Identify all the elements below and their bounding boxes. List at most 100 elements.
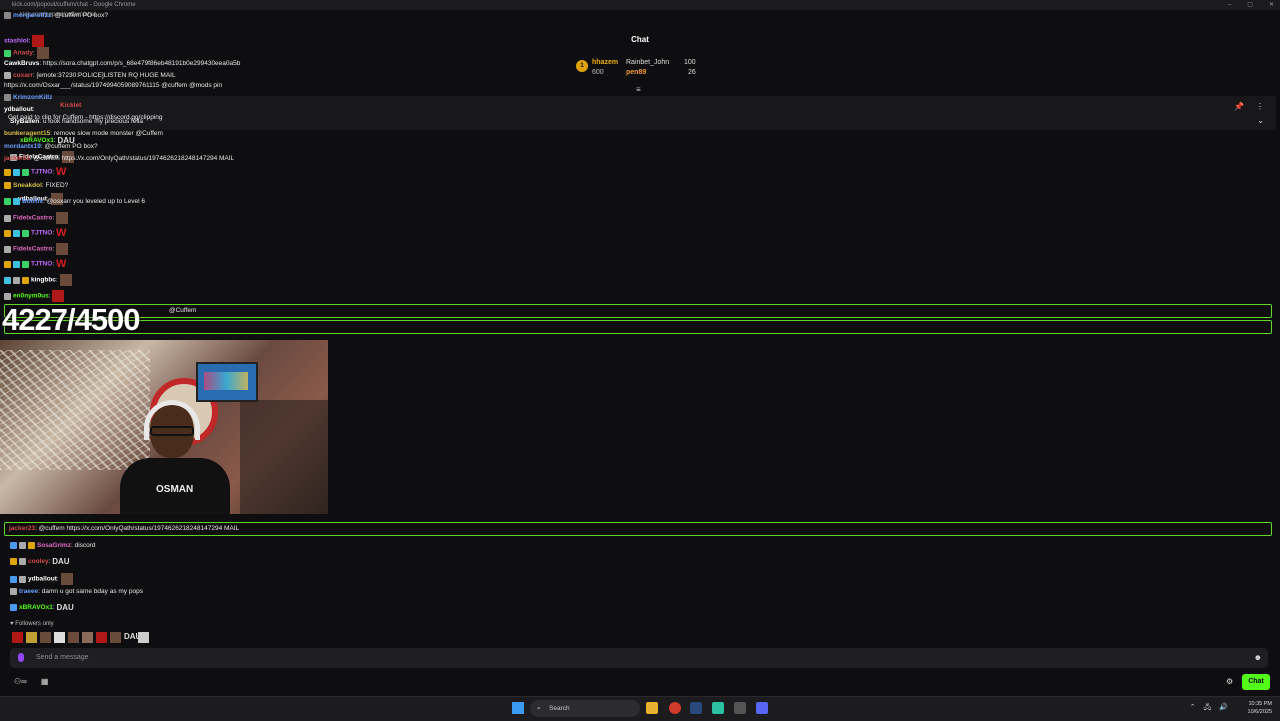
emote-icon[interactable] xyxy=(138,632,149,643)
highlighted-message: jacker23: @cuffem https://x.com/OnlyQath… xyxy=(4,522,1272,536)
chat-username[interactable]: Anady xyxy=(13,50,33,57)
chat-message: FidelxCastro: xyxy=(4,212,68,224)
follower-goal-counter: 4227/4500 xyxy=(2,302,141,337)
chat-message: morganstl1z: @cuffem PO box? xyxy=(4,12,108,19)
maximize-button[interactable]: ▢ xyxy=(1247,0,1253,10)
emoji-icon[interactable]: ☻ xyxy=(1254,653,1262,662)
emote-icon[interactable] xyxy=(26,632,37,643)
chat-text: [emote:37230:POLICE]LISTEN RQ HUGE MAIL xyxy=(36,72,176,80)
chevron-up-icon[interactable]: ⌃ xyxy=(1190,703,1196,714)
system-tray: ⌃ 🖧 🔊 xyxy=(1190,703,1228,714)
chat-username[interactable]: FidelxCastro xyxy=(13,215,52,222)
chat-username[interactable]: SlyBallen xyxy=(10,118,39,125)
close-button[interactable]: ✕ xyxy=(1269,0,1274,10)
emote-icon[interactable] xyxy=(68,632,79,643)
steam-icon[interactable] xyxy=(690,702,702,714)
chat-username[interactable]: TJTNO xyxy=(31,169,52,176)
clock-date: 10/6/2025 xyxy=(1247,709,1272,715)
send-chat-button[interactable]: Chat xyxy=(1242,674,1270,690)
chat-username[interactable]: traeee xyxy=(19,588,38,595)
chat-username[interactable]: TJTNO xyxy=(31,261,52,268)
chat-message: SosaGrimz: discord xyxy=(10,542,96,549)
chat-username[interactable]: Kicklet xyxy=(60,102,81,109)
chat-message: KrimzonKillz xyxy=(4,94,52,101)
chat-text: FIXED? xyxy=(45,182,69,190)
chat-username[interactable]: kingbbc xyxy=(31,277,56,284)
chat-message: BotRix: @osxarr you leveled up to Level … xyxy=(4,198,145,205)
discord-icon[interactable] xyxy=(756,702,768,714)
gift-leaderboard[interactable]: 1 hhazem 600 Rainbet_John pen89 100 26 xyxy=(576,57,716,83)
highlighted-message: @Cuffem xyxy=(4,304,1272,318)
app-icon[interactable] xyxy=(734,702,746,714)
volume-icon[interactable]: 🔊 xyxy=(1219,703,1228,714)
webcam-feed: OSMAN xyxy=(0,340,328,514)
chat-username[interactable]: stashlol xyxy=(4,38,29,45)
chevron-down-icon[interactable]: ⌄ xyxy=(1257,116,1264,125)
emote-icon[interactable]: DAU xyxy=(124,632,141,643)
chat-username[interactable]: cooley xyxy=(28,558,49,565)
network-icon[interactable]: 🖧 xyxy=(1203,703,1211,714)
leader-third-name: pen89 xyxy=(626,69,647,76)
chat-username[interactable]: jacker23 xyxy=(9,525,35,532)
chat-username[interactable]: ydballout xyxy=(4,106,33,113)
chat-username[interactable]: ydballout xyxy=(28,576,57,583)
app-icon[interactable] xyxy=(712,702,724,714)
chat-message: cuxarr: [emote:37230:POLICE]LISTEN RQ HU… xyxy=(4,72,176,79)
chat-username[interactable]: KrimzonKillz xyxy=(13,94,52,101)
emote-icon[interactable] xyxy=(54,632,65,643)
monitor-screen xyxy=(196,362,258,402)
chat-username[interactable]: FidelxCastro xyxy=(13,246,52,253)
chat-username[interactable]: morganstl1z xyxy=(13,12,51,19)
chat-header: Chat xyxy=(0,28,1280,50)
users-icon[interactable]: ⚇∞ xyxy=(14,677,27,686)
collapse-icon[interactable]: ≡ xyxy=(636,85,641,94)
emote-icon[interactable] xyxy=(82,632,93,643)
chat-text: @Cuffem xyxy=(169,307,197,314)
gear-icon[interactable]: ⚙ xyxy=(1226,677,1233,686)
clock-time: 10:35 PM xyxy=(1248,701,1272,707)
chat-text: discord xyxy=(74,542,96,550)
chat-username[interactable]: TJTNO xyxy=(31,230,52,237)
pin-icon[interactable]: 📌 xyxy=(1234,102,1244,111)
chat-message: ydballout: xyxy=(4,106,35,113)
chat-message: traeee: damn u got same bday as my pops xyxy=(10,588,143,595)
pinned-message[interactable]: 📌 ⋮ ⌄ xyxy=(0,96,1276,130)
chat-message: Anady: xyxy=(4,47,49,59)
chat-message: xBRAVOx1: DAU xyxy=(10,603,74,612)
chat-username[interactable]: SosaGrimz xyxy=(37,542,71,549)
emote-icon: DAU xyxy=(56,603,74,612)
chat-text: @cuffem PO box? xyxy=(54,12,109,20)
followers-only-label: Followers only xyxy=(15,621,54,627)
minimize-button[interactable]: – xyxy=(1228,0,1231,10)
emote-icon xyxy=(36,47,49,59)
chat-username[interactable]: Sneakdol xyxy=(13,182,42,189)
file-explorer-icon[interactable] xyxy=(646,702,658,714)
store-icon[interactable]: ▦ xyxy=(41,677,49,686)
leader-second-name: Rainbet_John xyxy=(626,59,670,66)
emote-icon[interactable] xyxy=(96,632,107,643)
chat-text: @cuffem PO box? xyxy=(44,143,98,150)
emote-icon[interactable] xyxy=(12,632,23,643)
chat-username[interactable]: CawkBruvs xyxy=(4,60,39,67)
system-clock[interactable]: 10:35 PM 10/6/2025 xyxy=(1248,700,1272,716)
more-options-icon[interactable]: ⋮ xyxy=(1256,102,1264,111)
windows-start-icon[interactable] xyxy=(512,702,524,714)
mic-icon[interactable] xyxy=(18,653,24,662)
chat-username[interactable]: BotRix xyxy=(22,198,43,205)
emote-icon[interactable] xyxy=(110,632,121,643)
emote-icon: W xyxy=(55,227,67,239)
chat-username[interactable]: mordantx19 xyxy=(4,143,41,150)
chat-username[interactable]: cuxarr xyxy=(13,72,33,79)
chat-message: TJTNO: W xyxy=(4,227,66,239)
chat-username[interactable]: xBRAVOx1 xyxy=(19,604,53,611)
window-titlebar: kick.com/popout/cuffem/chat - Google Chr… xyxy=(0,0,1280,10)
chat-input[interactable]: Send a message ☻ xyxy=(10,648,1268,668)
chat-username[interactable]: jacker23 xyxy=(4,155,30,162)
emote-icon xyxy=(60,573,73,585)
taskbar-search[interactable]: ⌕ Search xyxy=(530,700,640,717)
chat-username[interactable]: en0nym0us xyxy=(13,293,49,300)
emote-icon xyxy=(56,212,68,224)
chrome-icon[interactable] xyxy=(669,702,681,714)
emote-icon[interactable] xyxy=(40,632,51,643)
chat-message: mordantx19: @cuffem PO box? xyxy=(4,143,98,150)
